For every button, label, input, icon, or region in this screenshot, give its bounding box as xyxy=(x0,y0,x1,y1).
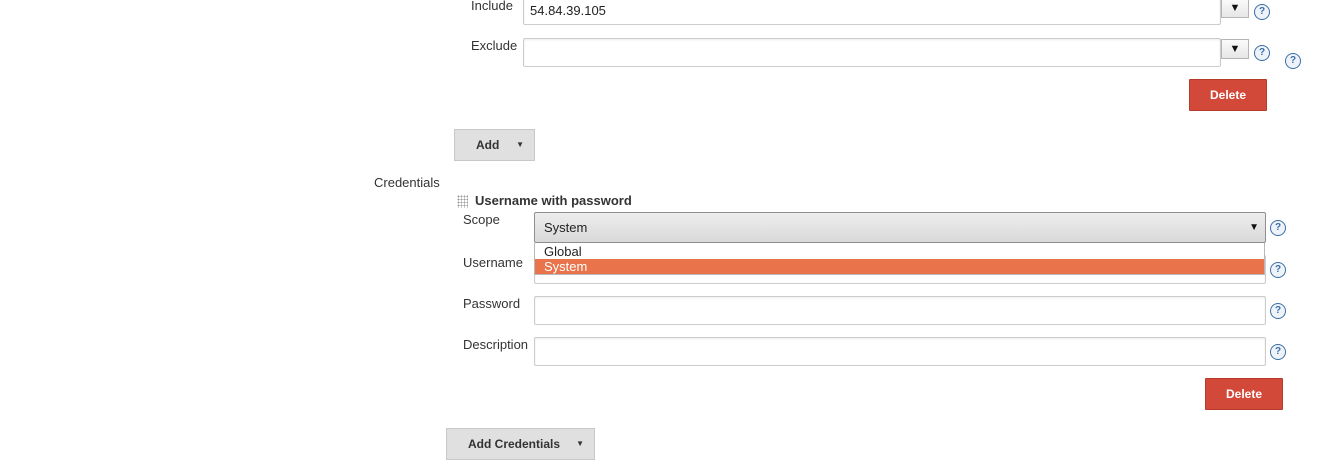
caret-down-icon: ▼ xyxy=(516,140,524,149)
include-dropdown-button[interactable]: ▼ xyxy=(1221,0,1249,18)
scope-label: Scope xyxy=(463,212,500,227)
caret-down-icon: ▼ xyxy=(576,439,584,448)
include-label: Include xyxy=(471,0,513,13)
password-help-icon[interactable]: ? xyxy=(1270,303,1286,319)
scope-option-system[interactable]: System xyxy=(535,259,1264,274)
include-input[interactable]: 54.84.39.105 xyxy=(523,0,1221,25)
password-label: Password xyxy=(463,296,521,311)
include-help-icon[interactable]: ? xyxy=(1254,4,1270,20)
host-filter-help-icon[interactable]: ? xyxy=(1285,53,1301,69)
exclude-input[interactable] xyxy=(523,38,1221,67)
description-help-icon[interactable]: ? xyxy=(1270,344,1286,360)
exclude-dropdown-button[interactable]: ▼ xyxy=(1221,39,1249,59)
add-button[interactable]: Add ▼ xyxy=(454,129,535,161)
description-input[interactable] xyxy=(534,337,1266,366)
add-credentials-button[interactable]: Add Credentials ▼ xyxy=(446,428,595,460)
scope-dropdown-list[interactable]: Global System xyxy=(534,243,1265,275)
add-credentials-label: Add Credentials xyxy=(468,437,561,451)
chevron-down-icon: ▼ xyxy=(1229,43,1241,55)
chevron-down-icon: ▼ xyxy=(1229,2,1241,14)
username-label: Username xyxy=(463,255,523,270)
username-help-icon[interactable]: ? xyxy=(1270,262,1286,278)
exclude-label: Exclude xyxy=(471,38,518,53)
exclude-help-icon[interactable]: ? xyxy=(1254,45,1270,61)
description-label: Description xyxy=(463,337,529,352)
scope-option-global[interactable]: Global xyxy=(535,244,1264,259)
scope-selected-value: System xyxy=(544,220,588,235)
select-arrow-icon: ▼ xyxy=(1249,222,1259,233)
add-button-label: Add xyxy=(476,138,500,152)
delete-credential-button[interactable]: Delete xyxy=(1205,378,1283,410)
password-input[interactable] xyxy=(534,296,1266,325)
scope-select[interactable]: System ▼ xyxy=(534,212,1266,243)
delete-host-filter-button[interactable]: Delete xyxy=(1189,79,1267,111)
credentials-section-label: Credentials xyxy=(374,175,440,190)
drag-handle-icon[interactable] xyxy=(457,195,468,208)
credential-type-title: Username with password xyxy=(475,193,632,208)
scope-help-icon[interactable]: ? xyxy=(1270,220,1286,236)
